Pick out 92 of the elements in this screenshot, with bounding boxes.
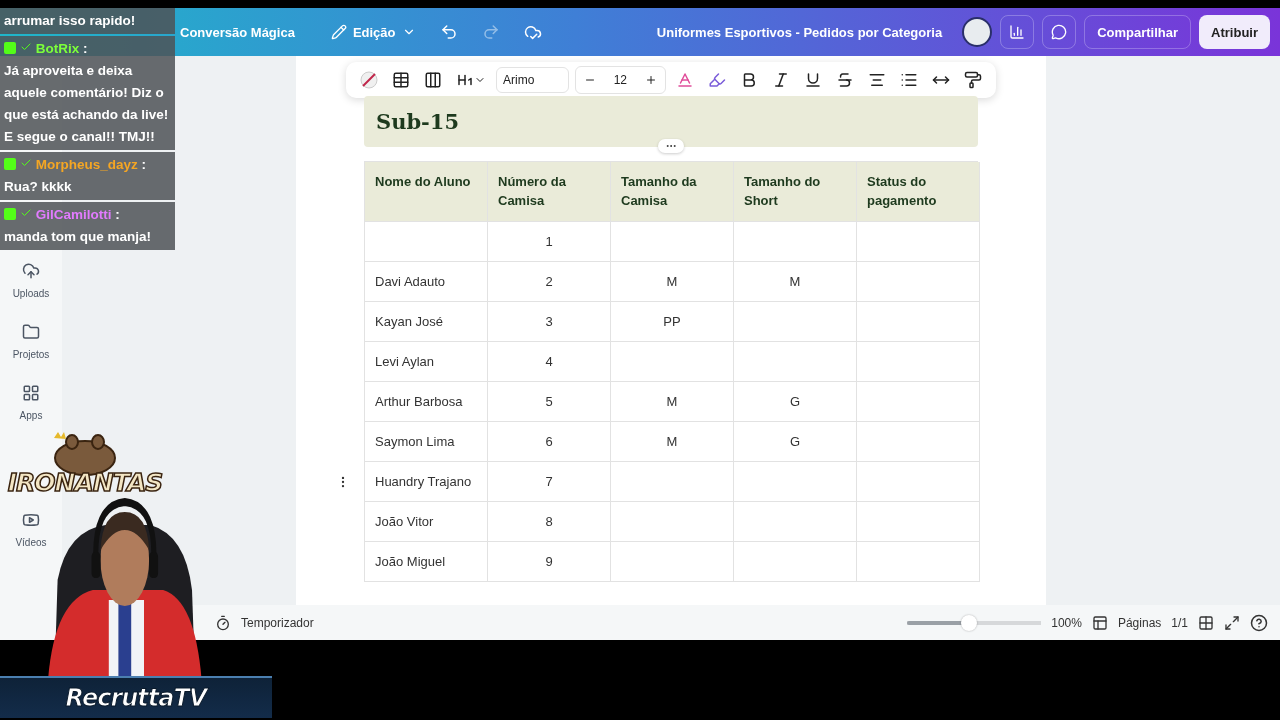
table-cell: G <box>734 422 857 462</box>
check-icon <box>20 41 32 53</box>
page-count: 1/1 <box>1171 615 1188 630</box>
strikethrough-icon <box>836 71 854 89</box>
badge-icon <box>4 42 16 54</box>
share-button[interactable]: Compartilhar <box>1084 15 1192 49</box>
column-header: Status do pagamento <box>857 162 980 222</box>
badge-icon <box>4 208 16 220</box>
chat-text: manda tom que manja! <box>4 228 153 246</box>
chat-author: BotRix <box>35 41 80 56</box>
align-center-icon <box>868 71 886 89</box>
grid-view-icon[interactable] <box>1198 614 1214 631</box>
table-cell: Levi Aylan <box>365 342 488 382</box>
italic-icon <box>772 71 790 89</box>
table-icon <box>392 71 410 89</box>
table-cell: 7 <box>488 462 611 502</box>
user-avatar[interactable] <box>962 17 993 47</box>
upload-icon <box>22 262 40 280</box>
pages-icon[interactable] <box>1091 614 1108 631</box>
sidebar-item[interactable]: Vídeos <box>15 511 47 548</box>
column-header: Nome do Aluno <box>365 162 488 222</box>
insights-button[interactable] <box>1000 15 1035 49</box>
column-header: Número da Camisa <box>488 162 611 222</box>
text-color-icon <box>676 71 694 89</box>
pencil-icon <box>330 24 347 40</box>
sidebar-item[interactable]: Apps <box>19 384 43 421</box>
table-cell: 6 <box>488 422 611 462</box>
chat-text: Já aproveita e deixa aquele comentário! Diz o que está achando da live! E segue o canal!! TMJ!! <box>4 62 170 146</box>
cloud-check-icon <box>523 23 542 41</box>
bar-chart-icon <box>1009 24 1026 40</box>
plus-icon <box>645 74 657 86</box>
undo-icon <box>439 23 458 41</box>
chat-author: GilCamilotti <box>35 207 112 222</box>
font-field[interactable]: Arimo <box>496 67 569 93</box>
table-cell: M <box>611 422 734 462</box>
badge-icon <box>4 158 16 170</box>
section-title: Sub-15 <box>376 109 460 134</box>
table-cell: 9 <box>488 542 611 582</box>
table-cell: João Miguel <box>365 542 488 582</box>
table-cell: Saymon Lima <box>365 422 488 462</box>
table-cell: Davi Adauto <box>365 262 488 302</box>
table-cell: 5 <box>488 382 611 422</box>
underline-icon <box>804 71 822 89</box>
timer-icon[interactable] <box>215 614 231 631</box>
check-icon <box>20 207 32 219</box>
comment-button[interactable] <box>1042 15 1077 49</box>
table-cell: PP <box>611 302 734 342</box>
assign-button[interactable]: Atribuir <box>1199 15 1270 49</box>
fullscreen-icon[interactable] <box>1224 614 1240 631</box>
column-header: Tamanho da Camisa <box>611 162 734 222</box>
help-icon[interactable] <box>1250 613 1268 632</box>
zoom-reading: 100% <box>1051 615 1082 630</box>
columns-icon <box>424 71 442 89</box>
font-size-field[interactable]: 12 <box>607 73 633 87</box>
speech-bubble-icon <box>1051 24 1068 40</box>
more-button[interactable] <box>658 139 684 153</box>
folder-icon <box>22 323 40 341</box>
timer-label[interactable]: Temporizador <box>241 615 314 630</box>
sidebar-item[interactable]: Projetos <box>12 323 50 360</box>
table-cell: M <box>611 262 734 302</box>
apps-icon <box>22 384 40 402</box>
table-cell: Arthur Barbosa <box>365 382 488 422</box>
table-cell: M <box>734 262 857 302</box>
table-cell: 4 <box>488 342 611 382</box>
paint-roller-icon <box>964 71 982 89</box>
list-icon <box>900 71 918 89</box>
table-cell: Kayan José <box>365 302 488 342</box>
column-header: Tamanho do Short <box>734 162 857 222</box>
chat-text: Rua? kkkk <box>4 178 73 196</box>
pages-label[interactable]: Páginas <box>1117 615 1162 630</box>
separator: : <box>141 157 147 172</box>
sidebar-item[interactable]: Uploads <box>12 262 50 299</box>
video-icon <box>22 511 40 529</box>
table-cell: 1 <box>488 222 611 262</box>
chat-author: Morpheus_dayz <box>35 157 138 172</box>
slashed-circle-icon <box>360 71 378 89</box>
banner-logo-text: RecruttaTV <box>65 684 207 712</box>
document-title[interactable]: Uniformes Esportivos - Pedidos por Categoria <box>656 24 943 40</box>
logo-text: IRONANTAS <box>7 468 163 497</box>
separator: : <box>115 207 120 222</box>
highlighter-icon <box>708 71 726 89</box>
table-cell: João Vitor <box>365 502 488 542</box>
table-cell: 2 <box>488 262 611 302</box>
table-cell: 8 <box>488 502 611 542</box>
table-cell: M <box>611 382 734 422</box>
check-icon <box>20 157 32 169</box>
table-cell: Huandry Trajano <box>365 462 488 502</box>
table-cell: G <box>734 382 857 422</box>
chat-text: arrumar isso rapido! <box>4 12 137 30</box>
table-cell: 3 <box>488 302 611 342</box>
redo-icon <box>481 23 500 41</box>
separator: : <box>83 41 88 56</box>
